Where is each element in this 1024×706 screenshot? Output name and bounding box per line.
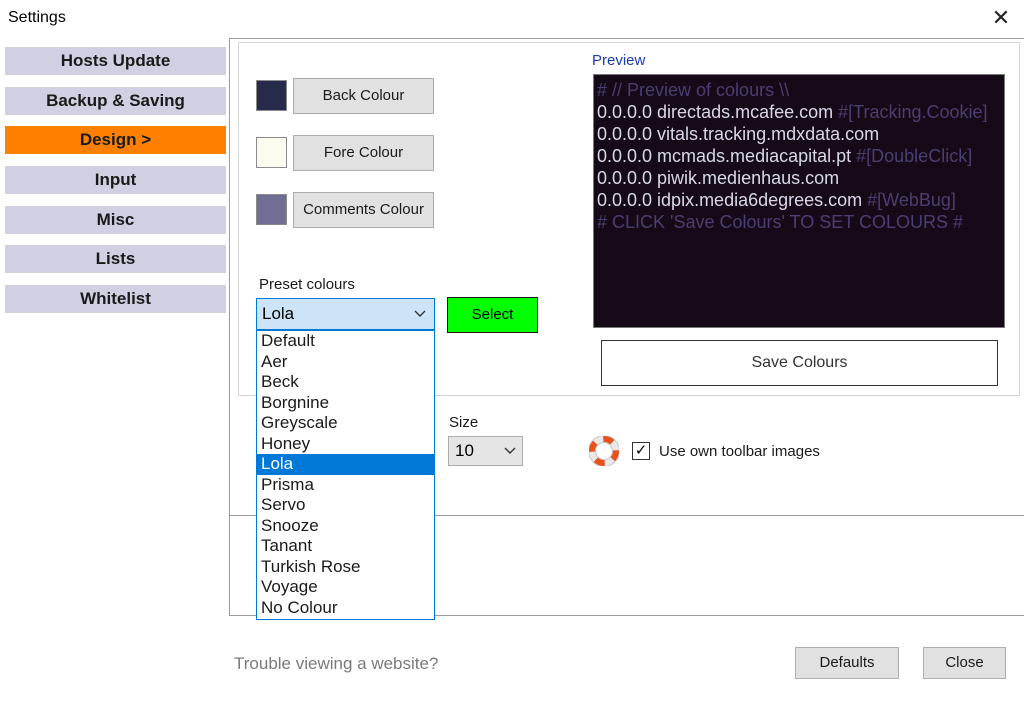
use-own-images-label[interactable]: Use own toolbar images — [659, 443, 820, 460]
nav-item-whitelist[interactable]: Whitelist — [5, 285, 226, 313]
window-title: Settings — [8, 9, 66, 26]
preset-selected-value: Lola — [262, 304, 295, 323]
back-colour-button[interactable]: Back Colour — [293, 78, 434, 114]
preview-line: 0.0.0.0 idpix.media6degrees.com #[WebBug… — [597, 189, 1004, 211]
preset-option[interactable]: Lola — [257, 454, 434, 475]
preset-option[interactable]: Greyscale — [257, 413, 434, 434]
preset-option[interactable]: Servo — [257, 495, 434, 516]
preset-option[interactable]: Aer — [257, 352, 434, 373]
close-button[interactable]: Close — [923, 647, 1006, 679]
preset-option[interactable]: Voyage — [257, 577, 434, 598]
preset-option[interactable]: Beck — [257, 372, 434, 393]
preset-colours-select[interactable]: Lola — [256, 298, 435, 330]
preview-label: Preview — [592, 52, 646, 69]
preset-option[interactable]: Honey — [257, 434, 434, 455]
save-colours-button[interactable]: Save Colours — [601, 340, 998, 386]
nav-item-input[interactable]: Input — [5, 166, 226, 194]
defaults-button[interactable]: Defaults — [795, 647, 899, 679]
preset-option[interactable]: Tanant — [257, 536, 434, 557]
nav-item-misc[interactable]: Misc — [5, 206, 226, 234]
preview-host-text: 0.0.0.0 vitals.tracking.mdxdata.com — [597, 124, 880, 144]
nav-item-lists[interactable]: Lists — [5, 245, 226, 273]
preview-line: 0.0.0.0 mcmads.mediacapital.pt #[DoubleC… — [597, 145, 1004, 167]
preview-host-text: 0.0.0.0 directads.mcafee.com — [597, 102, 834, 122]
trouble-link[interactable]: Trouble viewing a website? — [234, 654, 438, 674]
title-bar — [0, 0, 1024, 38]
nav-item-backup-saving[interactable]: Backup & Saving — [5, 87, 226, 115]
lifebuoy-icon — [588, 435, 620, 467]
preset-option[interactable]: Default — [257, 331, 434, 352]
preview-comment-text: # // Preview of colours \\ — [597, 80, 790, 100]
nav-item-design[interactable]: Design > — [5, 126, 226, 154]
size-label: Size — [449, 414, 479, 431]
use-own-images-checkbox[interactable]: ✓ — [632, 442, 650, 460]
preset-colours-label: Preset colours — [259, 276, 355, 293]
preset-option[interactable]: Prisma — [257, 475, 434, 496]
comments-colour-button[interactable]: Comments Colour — [293, 192, 434, 228]
fore-colour-swatch — [256, 137, 287, 168]
preview-line: 0.0.0.0 directads.mcafee.com #[Tracking.… — [597, 101, 1004, 123]
preset-option[interactable]: Turkish Rose — [257, 557, 434, 578]
size-value: 10 — [455, 441, 474, 460]
preview-host-text: 0.0.0.0 idpix.media6degrees.com — [597, 190, 863, 210]
nav-item-hosts-update[interactable]: Hosts Update — [5, 47, 226, 75]
preset-option[interactable]: Snooze — [257, 516, 434, 537]
preview-box: # // Preview of colours \\ 0.0.0.0 direct… — [593, 74, 1005, 328]
preview-comment-text: #[WebBug] — [862, 190, 956, 210]
preset-option[interactable]: Borgnine — [257, 393, 434, 414]
preview-line: # CLICK 'Save Colours' TO SET COLOURS # — [597, 211, 1004, 233]
size-select[interactable]: 10 — [448, 436, 523, 466]
preview-comment-text: #[Tracking.Cookie] — [833, 102, 988, 122]
fore-colour-button[interactable]: Fore Colour — [293, 135, 434, 171]
preset-option[interactable]: No Colour — [257, 598, 434, 619]
select-preset-button[interactable]: Select — [447, 297, 538, 333]
back-colour-swatch — [256, 80, 287, 111]
preview-line: 0.0.0.0 piwik.medienhaus.com — [597, 167, 1004, 189]
preview-line: # // Preview of colours \\ — [597, 79, 1004, 101]
close-window-icon[interactable]: ✕ — [988, 5, 1014, 31]
preset-dropdown-list: Default Aer Beck Borgnine Greyscale Honey Lola… — [256, 330, 435, 620]
chevron-down-icon — [504, 437, 516, 474]
preview-host-text: 0.0.0.0 mcmads.mediacapital.pt — [597, 146, 852, 166]
preview-host-text: 0.0.0.0 piwik.medienhaus.com — [597, 168, 840, 188]
preview-comment-text: #[DoubleClick] — [851, 146, 973, 166]
preview-comment-text: # CLICK 'Save Colours' TO SET COLOURS # — [597, 212, 964, 232]
comments-colour-swatch — [256, 194, 287, 225]
preview-line: 0.0.0.0 vitals.tracking.mdxdata.com — [597, 123, 1004, 145]
